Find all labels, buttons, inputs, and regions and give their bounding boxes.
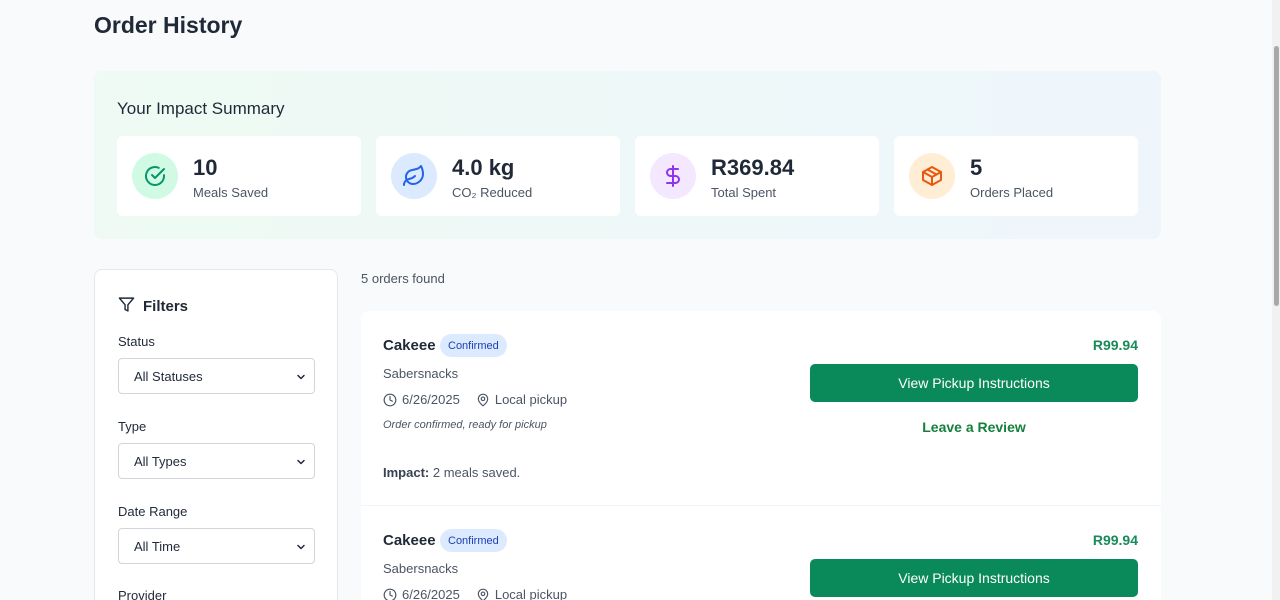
- filters-panel: Filters Status All Statuses Type All Typ…: [94, 269, 338, 600]
- map-pin-icon: [477, 393, 489, 406]
- order-date: 6/26/2025: [402, 392, 460, 407]
- order-date: 6/26/2025: [402, 587, 460, 600]
- page-title: Order History: [94, 12, 243, 38]
- stat-value: 5: [970, 155, 983, 180]
- stat-card-total-spent: R369.84 Total Spent: [635, 136, 879, 216]
- order-card: Cakeee Confirmed Sabersnacks 6/26/2025 L…: [361, 506, 1161, 600]
- status-select[interactable]: All Statuses: [118, 358, 315, 394]
- date-range-select-value: All Time: [134, 538, 181, 554]
- clock-icon: [383, 393, 397, 406]
- impact-text: 2 meals saved.: [432, 465, 521, 480]
- stat-label: Meals Saved: [193, 185, 269, 200]
- package-icon: [909, 153, 955, 199]
- scrollbar-thumb[interactable]: [1274, 46, 1279, 306]
- orders-count: 5 orders found: [361, 271, 445, 286]
- scrollbar[interactable]: [1272, 0, 1280, 600]
- filters-title: Filters: [143, 298, 189, 315]
- stat-value: 4.0 kg: [452, 155, 515, 180]
- type-filter-label: Type: [118, 419, 147, 434]
- type-select[interactable]: All Types: [118, 443, 315, 479]
- check-circle-icon: [132, 153, 178, 199]
- order-method: Local pickup: [494, 392, 568, 407]
- stat-label: CO₂ Reduced: [452, 185, 533, 200]
- leave-review-button[interactable]: Leave a Review: [810, 419, 1138, 435]
- filter-icon: [118, 296, 135, 317]
- date-range-select[interactable]: All Time: [118, 528, 315, 564]
- order-note: Order confirmed, ready for pickup: [383, 419, 547, 431]
- stat-card-co2-reduced: 4.0 kg CO₂ Reduced: [376, 136, 620, 216]
- order-name: Cakeee: [383, 337, 436, 354]
- stat-card-orders-placed: 5 Orders Placed: [894, 136, 1138, 216]
- order-card: Cakeee Confirmed Sabersnacks 6/26/2025 L…: [361, 311, 1161, 506]
- order-price: R99.94: [1092, 532, 1138, 548]
- impact-summary-title: Your Impact Summary: [117, 99, 285, 118]
- order-meta: 6/26/2025 Local pickup: [383, 587, 583, 600]
- impact-summary: Your Impact Summary 10 Meals Saved 4.0 k…: [94, 71, 1161, 239]
- status-filter-label: Status: [118, 334, 155, 349]
- status-badge: Confirmed: [440, 529, 507, 552]
- type-select-value: All Types: [134, 453, 187, 469]
- map-pin-icon: [477, 588, 489, 600]
- order-meta: 6/26/2025 Local pickup: [383, 392, 583, 407]
- stat-value: R369.84: [711, 155, 795, 180]
- provider-filter-label: Provider: [118, 588, 167, 600]
- status-select-value: All Statuses: [134, 368, 203, 384]
- stat-card-meals-saved: 10 Meals Saved: [117, 136, 361, 216]
- filters-header: Filters: [118, 296, 188, 317]
- view-pickup-instructions-button[interactable]: View Pickup Instructions: [810, 364, 1138, 402]
- order-provider: Sabersnacks: [383, 366, 459, 381]
- dollar-icon: [650, 153, 696, 199]
- view-pickup-instructions-button[interactable]: View Pickup Instructions: [810, 559, 1138, 597]
- leaf-icon: [391, 153, 437, 199]
- chevron-down-icon: [297, 459, 305, 465]
- order-method: Local pickup: [494, 587, 568, 600]
- date-range-filter-label: Date Range: [118, 504, 188, 519]
- stat-label: Orders Placed: [970, 185, 1054, 200]
- chevron-down-icon: [297, 374, 305, 380]
- chevron-down-icon: [297, 544, 305, 550]
- order-impact: Impact: 2 meals saved.: [383, 465, 520, 480]
- status-badge: Confirmed: [440, 334, 507, 357]
- order-price: R99.94: [1092, 337, 1138, 353]
- order-name: Cakeee: [383, 532, 436, 549]
- stat-label: Total Spent: [711, 185, 777, 200]
- clock-icon: [383, 588, 397, 600]
- impact-label: Impact:: [383, 465, 430, 480]
- order-provider: Sabersnacks: [383, 561, 459, 576]
- stat-value: 10: [193, 155, 218, 180]
